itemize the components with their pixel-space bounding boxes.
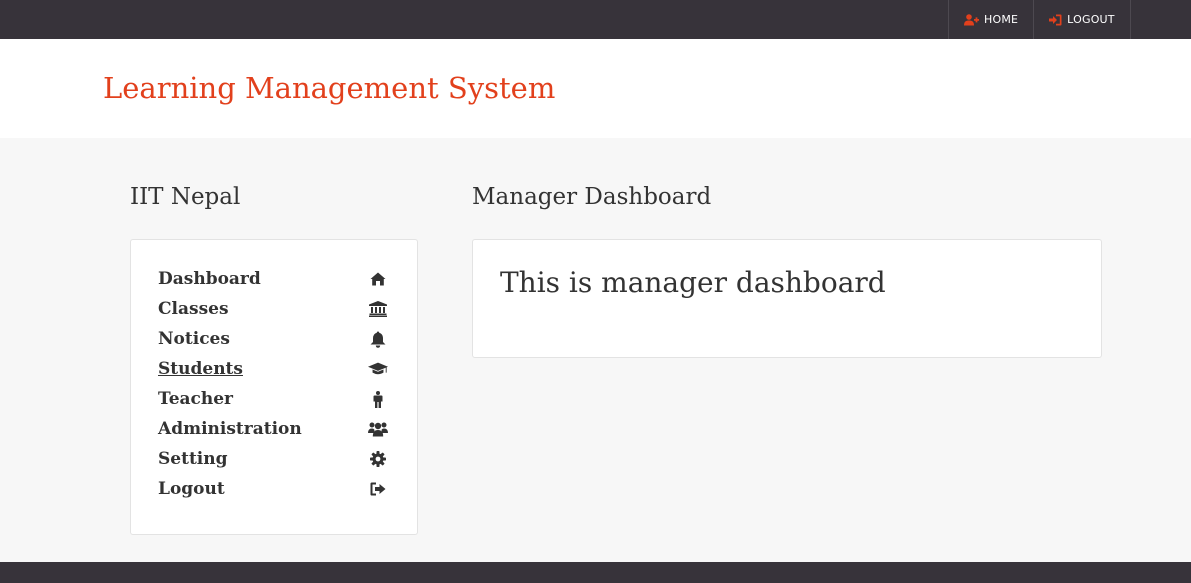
top-nav: HOME LOGOUT bbox=[948, 0, 1131, 39]
add-user-icon bbox=[964, 13, 979, 25]
sidebar-item-label: Teacher bbox=[158, 389, 234, 409]
top-bar: HOME LOGOUT bbox=[0, 0, 1191, 39]
sidebar-item-notices[interactable]: Notices bbox=[158, 324, 388, 354]
logout-nav-link[interactable]: LOGOUT bbox=[1033, 0, 1131, 39]
sidebar-item-label: Logout bbox=[158, 479, 225, 499]
sign-out-icon bbox=[368, 479, 388, 499]
sidebar-title: IIT Nepal bbox=[130, 184, 241, 210]
logout-nav-label: LOGOUT bbox=[1067, 13, 1115, 26]
content-panel: This is manager dashboard bbox=[472, 239, 1102, 358]
sidebar-item-label: Notices bbox=[158, 329, 230, 349]
site-header: Learning Management System bbox=[0, 39, 1191, 138]
sidebar-item-setting[interactable]: Setting bbox=[158, 444, 388, 474]
gear-icon bbox=[368, 449, 388, 469]
footer-bar bbox=[0, 562, 1191, 583]
home-nav-label: HOME bbox=[984, 13, 1019, 26]
person-icon bbox=[368, 389, 388, 409]
sidebar-item-dashboard[interactable]: Dashboard bbox=[158, 264, 388, 294]
sidebar-item-logout[interactable]: Logout bbox=[158, 474, 388, 504]
sidebar-item-label: Dashboard bbox=[158, 269, 261, 289]
dashboard-message: This is manager dashboard bbox=[500, 266, 886, 299]
page-title: Manager Dashboard bbox=[472, 184, 712, 210]
graduation-cap-icon bbox=[368, 359, 388, 379]
sidebar-item-label: Setting bbox=[158, 449, 228, 469]
sidebar-item-administration[interactable]: Administration bbox=[158, 414, 388, 444]
site-title[interactable]: Learning Management System bbox=[103, 71, 555, 105]
users-icon bbox=[368, 419, 388, 439]
sidebar-item-teacher[interactable]: Teacher bbox=[158, 384, 388, 414]
sidebar-item-label: Administration bbox=[158, 419, 302, 439]
home-icon bbox=[368, 269, 388, 289]
sidebar-menu: Dashboard Classes Notices Students Teach… bbox=[158, 264, 388, 504]
sidebar-item-label: Students bbox=[158, 359, 243, 379]
sign-in-icon bbox=[1049, 14, 1062, 25]
sidebar-item-classes[interactable]: Classes bbox=[158, 294, 388, 324]
bell-icon bbox=[368, 329, 388, 349]
sidebar-item-students[interactable]: Students bbox=[158, 354, 388, 384]
home-nav-link[interactable]: HOME bbox=[948, 0, 1033, 39]
sidebar-item-label: Classes bbox=[158, 299, 229, 319]
institution-icon bbox=[368, 299, 388, 319]
sidebar-panel: Dashboard Classes Notices Students Teach… bbox=[130, 239, 418, 535]
